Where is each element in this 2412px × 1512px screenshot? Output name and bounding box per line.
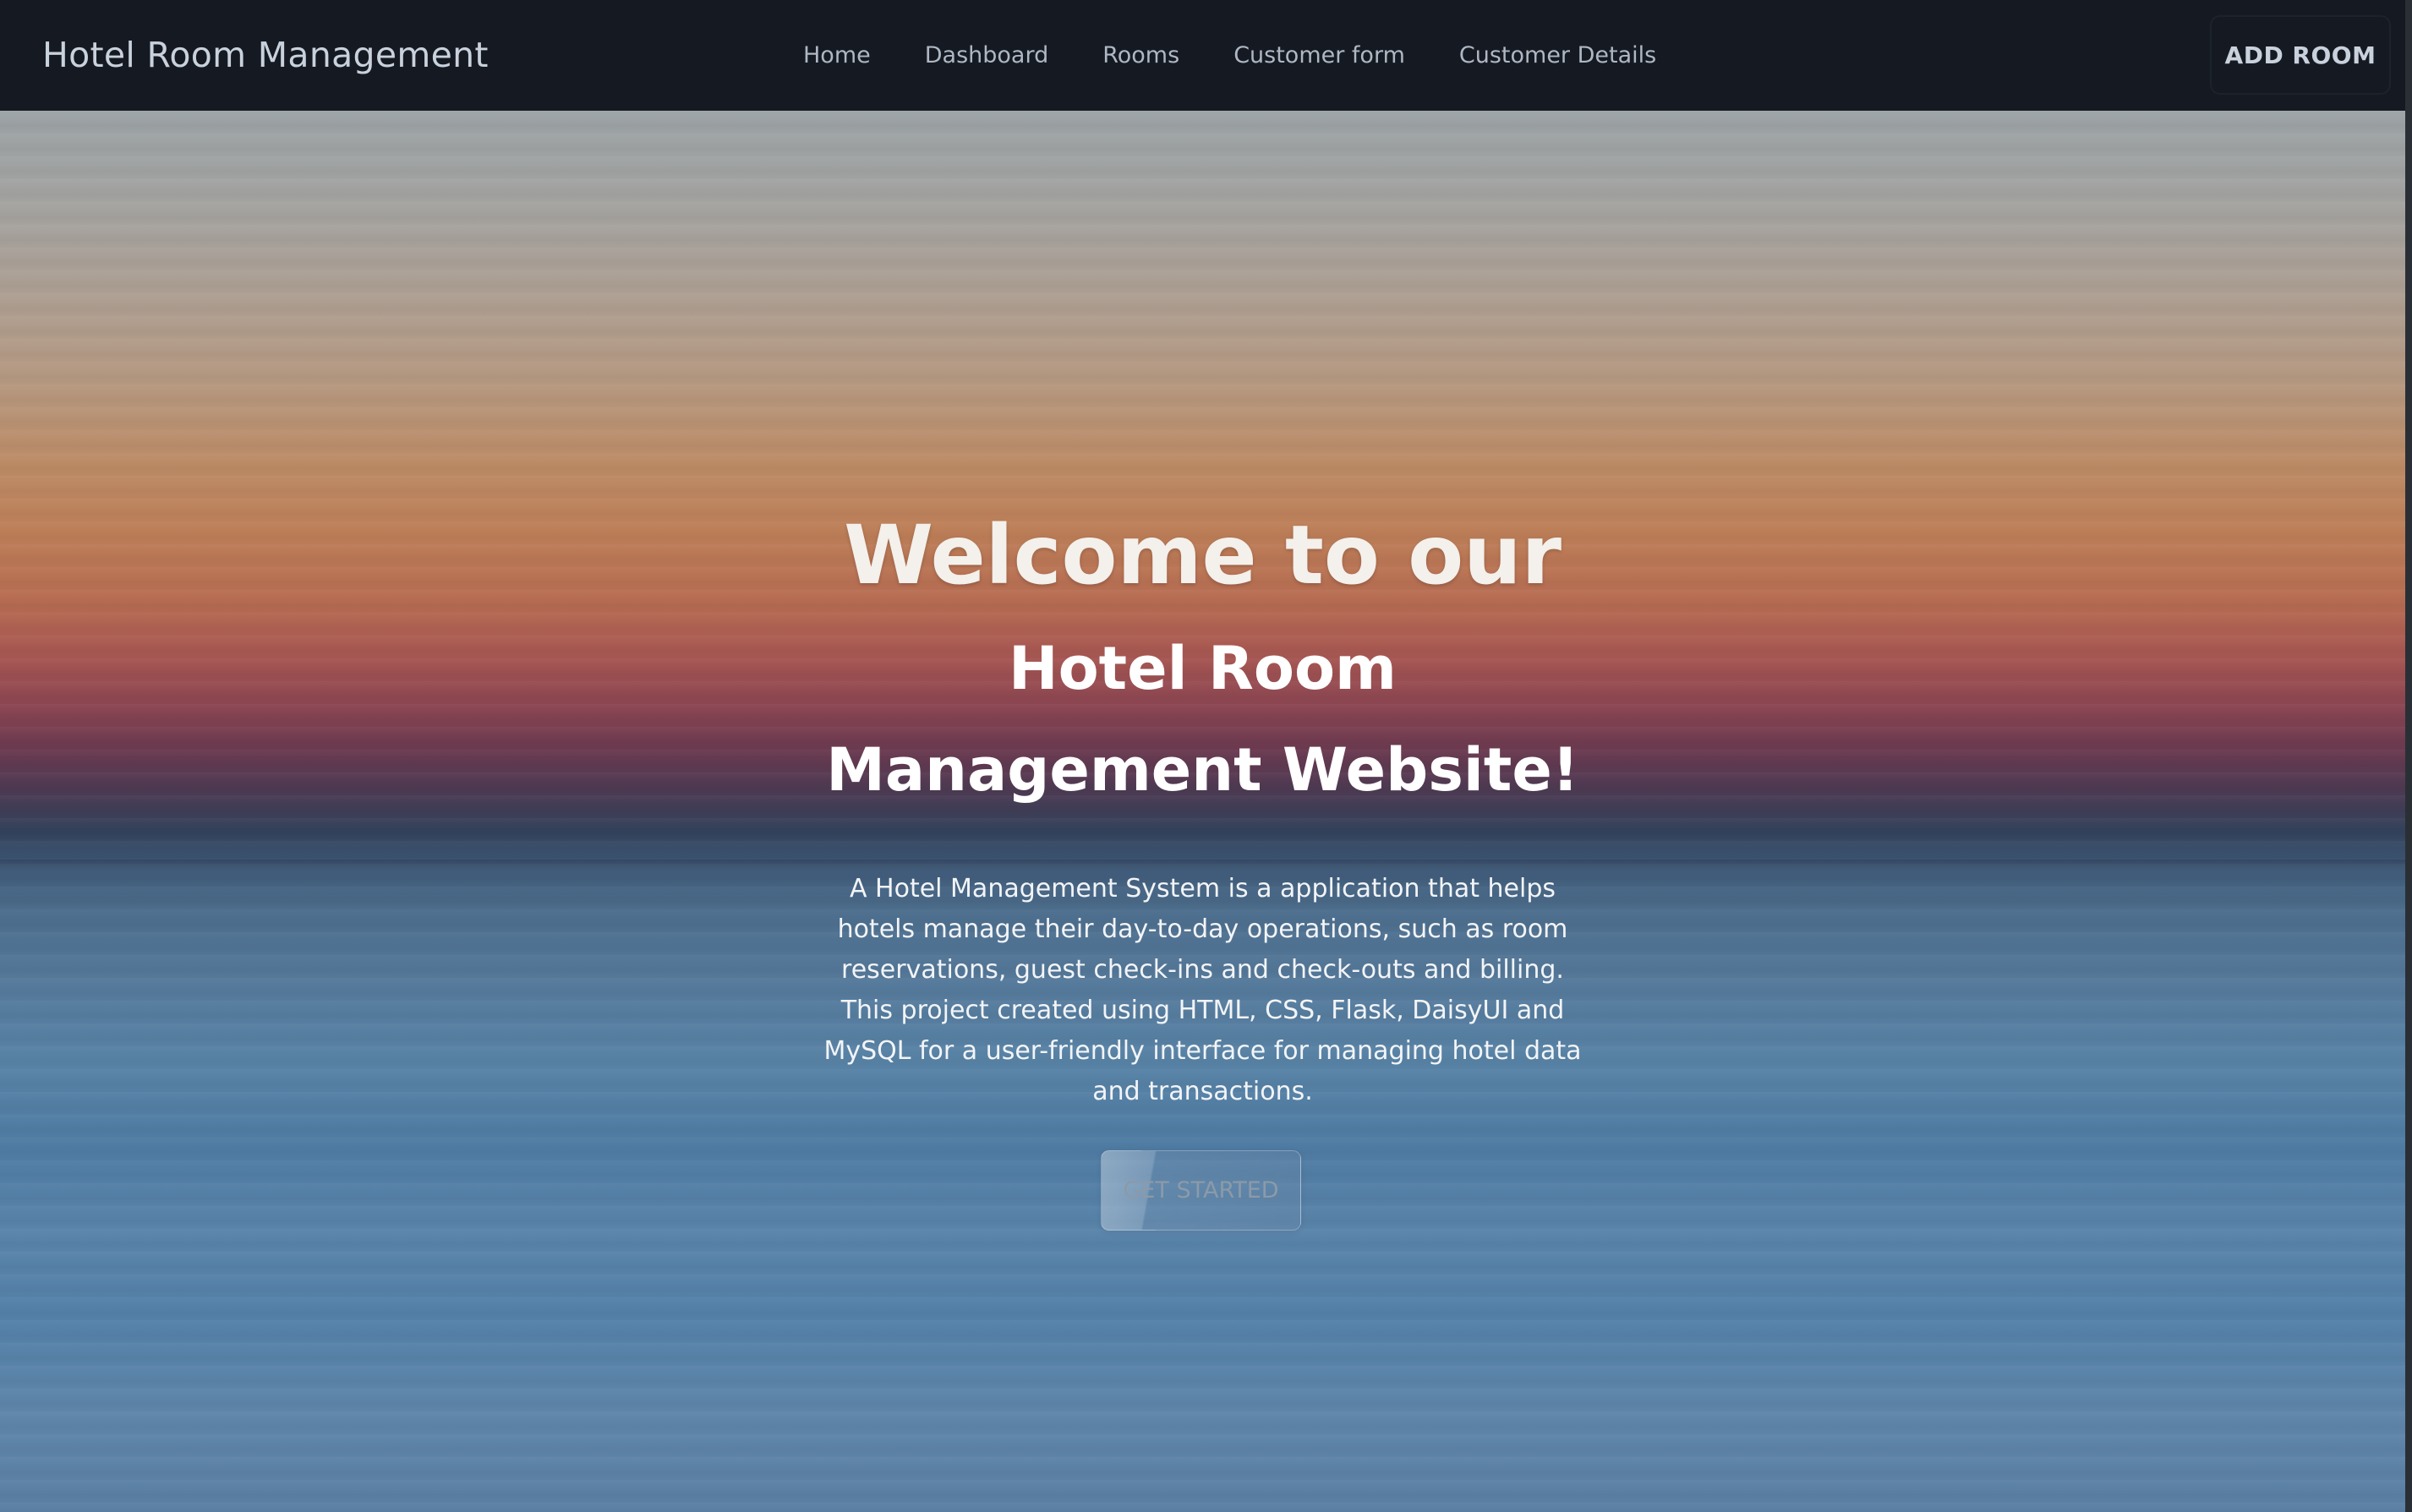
nav-link-dashboard[interactable]: Dashboard: [898, 29, 1075, 82]
scrollbar[interactable]: [2405, 0, 2412, 1512]
hero-title: Welcome to our: [844, 508, 1562, 603]
nav-link-rooms[interactable]: Rooms: [1075, 29, 1206, 82]
hero-subtitle: Hotel Room Management Website!: [826, 634, 1579, 805]
get-started-button[interactable]: GET STARTED: [1101, 1150, 1301, 1231]
page: Hotel Room Management Home Dashboard Roo…: [0, 0, 2412, 1512]
hero-section: Welcome to our Hotel Room Management Web…: [0, 111, 2405, 1512]
navbar: Hotel Room Management Home Dashboard Roo…: [0, 0, 2405, 111]
nav-link-home[interactable]: Home: [776, 29, 898, 82]
nav-link-customer-details[interactable]: Customer Details: [1432, 29, 1683, 82]
hero-description: A Hotel Management System is a applicati…: [823, 874, 1582, 1106]
nav-link-customer-form[interactable]: Customer form: [1206, 29, 1432, 82]
add-room-button[interactable]: ADD ROOM: [2210, 15, 2391, 95]
brand-title[interactable]: Hotel Room Management: [42, 0, 489, 111]
nav-menu: Home Dashboard Rooms Customer form Custo…: [776, 0, 1683, 111]
